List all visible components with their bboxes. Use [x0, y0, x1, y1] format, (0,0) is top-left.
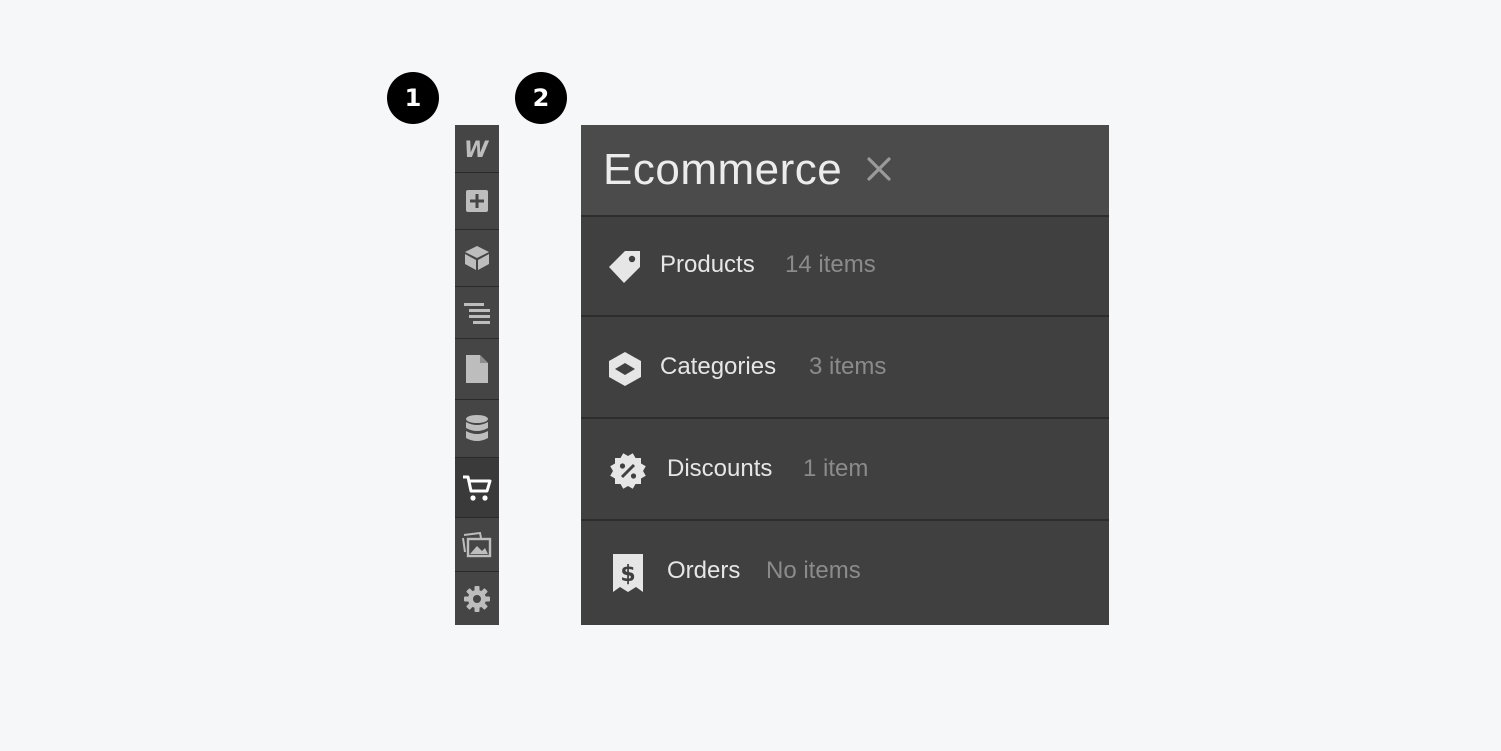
discount-badge-icon: [608, 453, 648, 489]
discounts-count: 1 item: [803, 455, 869, 482]
products-label: Products: [660, 251, 755, 278]
pages-icon[interactable]: [455, 339, 499, 400]
navigator-icon[interactable]: [455, 287, 499, 339]
close-icon: [867, 157, 891, 181]
category-box-icon: [605, 351, 645, 387]
settings-gear-icon[interactable]: [455, 572, 499, 625]
panel-title: Ecommerce: [603, 145, 843, 194]
callout-badge-1: 1: [387, 72, 439, 124]
orders-label: Orders: [667, 557, 741, 584]
svg-text:W: W: [464, 138, 490, 160]
cms-database-icon[interactable]: [455, 400, 499, 458]
webflow-logo-icon[interactable]: W: [455, 125, 499, 173]
products-row[interactable]: Products 14 items: [581, 217, 1109, 317]
add-panel-icon[interactable]: [455, 173, 499, 230]
assets-images-icon[interactable]: [455, 518, 499, 572]
panel-header: Ecommerce: [581, 125, 1109, 217]
ecommerce-cart-icon[interactable]: [455, 458, 499, 518]
discounts-label: Discounts: [667, 455, 773, 482]
receipt-dollar-icon: $: [608, 553, 648, 593]
symbols-cube-icon[interactable]: [455, 230, 499, 287]
tag-icon: [605, 249, 645, 285]
categories-label: Categories: [660, 353, 777, 380]
left-toolbar: W: [455, 125, 499, 625]
products-count: 14 items: [785, 251, 876, 278]
svg-text:$: $: [620, 562, 635, 587]
categories-count: 3 items: [809, 353, 887, 380]
discounts-row[interactable]: Discounts 1 item: [581, 421, 1109, 521]
orders-count: No items: [766, 557, 861, 584]
orders-row[interactable]: $ Orders No items: [581, 523, 1109, 625]
close-button[interactable]: [861, 151, 897, 187]
categories-row[interactable]: Categories 3 items: [581, 319, 1109, 419]
ecommerce-panel: Ecommerce Products 14 items Categories 3…: [581, 125, 1109, 625]
callout-badge-2: 2: [515, 72, 567, 124]
